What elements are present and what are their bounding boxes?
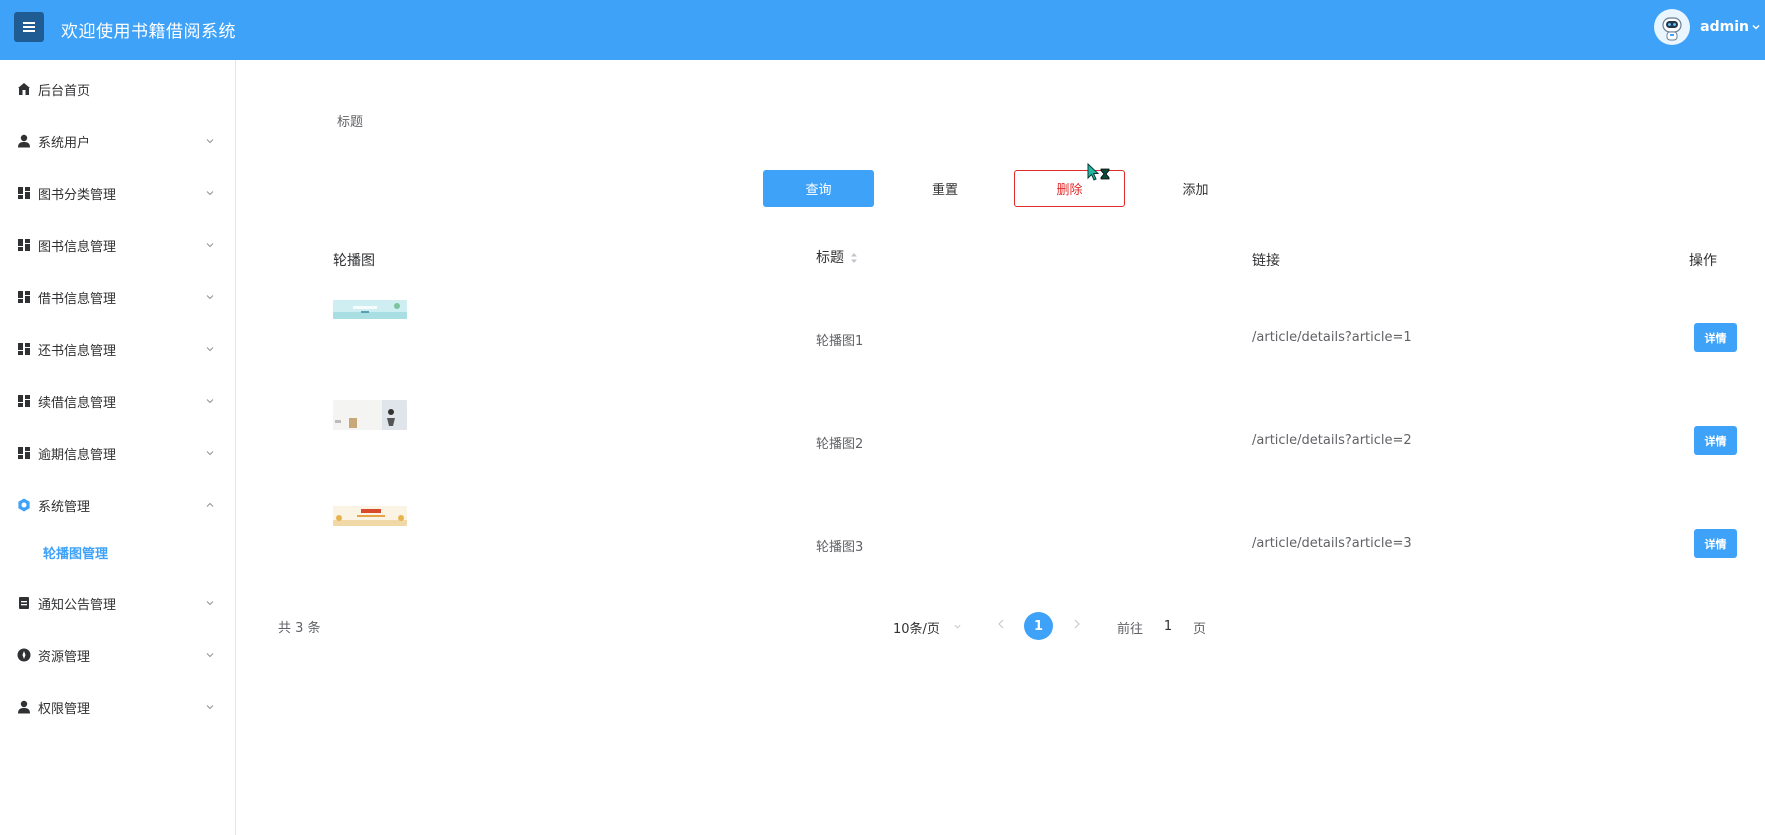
grid-icon <box>17 290 31 304</box>
sidebar-item-label: 通知公告管理 <box>38 597 117 613</box>
goto-unit-label: 页 <box>1193 622 1207 637</box>
app-title: 欢迎使用书籍借阅系统 <box>61 22 236 42</box>
sidebar-item-borrow-info[interactable]: 借书信息管理 <box>0 271 235 323</box>
chevron-down-icon <box>206 139 214 144</box>
sidebar-item-home[interactable]: 后台首页 <box>0 63 235 115</box>
sidebar-item-system-management[interactable]: 系统管理 <box>0 479 235 531</box>
row-title: 轮播图3 <box>816 540 864 555</box>
grid-icon <box>17 342 31 356</box>
row-link: /article/details?article=2 <box>1252 433 1412 448</box>
sidebar-item-renew-info[interactable]: 续借信息管理 <box>0 375 235 427</box>
sidebar-item-system-users[interactable]: 系统用户 <box>0 115 235 167</box>
sidebar-item-label: 后台首页 <box>38 83 91 99</box>
pagination-total: 共 3 条 <box>278 621 321 636</box>
carousel-thumbnail <box>333 300 407 319</box>
grid-icon <box>17 394 31 408</box>
chevron-down-icon <box>206 653 214 658</box>
column-header-image: 轮播图 <box>333 253 375 269</box>
row-link: /article/details?article=1 <box>1252 330 1412 345</box>
chevron-down-icon[interactable] <box>953 622 962 631</box>
sidebar-item-permission-management[interactable]: 权限管理 <box>0 681 235 733</box>
grid-icon <box>17 238 31 252</box>
chevron-down-icon <box>206 451 214 456</box>
top-header: 欢迎使用书籍借阅系统 admin <box>0 0 1765 60</box>
sidebar-item-label: 权限管理 <box>38 701 91 717</box>
chevron-down-icon <box>1752 24 1760 30</box>
grid-icon <box>17 446 31 460</box>
sidebar-subitem-carousel-management[interactable]: 轮播图管理 <box>0 529 235 575</box>
grid-icon <box>17 186 31 200</box>
settings-icon <box>17 498 31 512</box>
goto-label: 前往 <box>1117 622 1144 637</box>
sidebar-item-return-info[interactable]: 还书信息管理 <box>0 323 235 375</box>
column-header-label: 标题 <box>816 250 844 266</box>
sidebar-item-label: 续借信息管理 <box>38 395 117 411</box>
chevron-up-icon <box>206 502 214 507</box>
sidebar-item-book-category[interactable]: 图书分类管理 <box>0 167 235 219</box>
document-icon <box>17 596 31 610</box>
sidebar-item-book-info[interactable]: 图书信息管理 <box>0 219 235 271</box>
sidebar-subitem-label: 轮播图管理 <box>43 546 109 562</box>
sort-icon[interactable] <box>850 252 858 264</box>
sidebar-item-label: 资源管理 <box>38 649 91 665</box>
column-header-title[interactable]: 标题 <box>816 247 858 267</box>
sidebar-item-label: 图书分类管理 <box>38 187 117 203</box>
sidebar-item-resource-management[interactable]: 资源管理 <box>0 629 235 681</box>
user-icon <box>17 134 31 148</box>
robot-avatar-icon <box>1655 10 1690 44</box>
sidebar-item-label: 还书信息管理 <box>38 343 117 359</box>
reset-button[interactable]: 重置 <box>890 170 1000 207</box>
sidebar-item-label: 系统用户 <box>38 135 91 151</box>
query-button[interactable]: 查询 <box>763 170 874 207</box>
row-title: 轮播图1 <box>816 334 864 349</box>
column-header-link: 链接 <box>1252 253 1280 269</box>
sidebar-item-notice-management[interactable]: 通知公告管理 <box>0 577 235 629</box>
user-icon <box>17 700 31 714</box>
current-page-button[interactable]: 1 <box>1024 612 1053 640</box>
detail-button[interactable]: 详情 <box>1694 426 1737 455</box>
sidebar: 后台首页 系统用户 图书分类管理 图书信息管理 借书信息管理 还书信息管理 续借… <box>0 60 236 835</box>
chevron-down-icon <box>206 191 214 196</box>
prev-page-icon[interactable] <box>997 619 1005 629</box>
chevron-down-icon <box>206 705 214 710</box>
carousel-thumbnail <box>333 506 407 526</box>
detail-button[interactable]: 详情 <box>1694 529 1737 558</box>
add-button[interactable]: 添加 <box>1140 170 1251 207</box>
chevron-down-icon <box>206 295 214 300</box>
chevron-down-icon <box>206 399 214 404</box>
detail-button[interactable]: 详情 <box>1694 323 1737 352</box>
chevron-down-icon <box>206 243 214 248</box>
goto-page-input[interactable] <box>1155 613 1181 639</box>
column-header-actions: 操作 <box>1689 253 1717 269</box>
avatar <box>1654 9 1691 45</box>
sidebar-item-label: 逾期信息管理 <box>38 447 117 463</box>
next-page-icon[interactable] <box>1073 619 1081 629</box>
title-filter-label: 标题 <box>337 115 364 130</box>
page-size-select[interactable]: 10条/页 <box>893 618 940 637</box>
home-icon <box>17 82 31 96</box>
sidebar-item-label: 系统管理 <box>38 499 91 515</box>
chevron-down-icon <box>206 347 214 352</box>
row-link: /article/details?article=3 <box>1252 536 1412 551</box>
compass-icon <box>17 648 31 662</box>
chevron-down-icon <box>206 601 214 606</box>
menu-toggle-button[interactable] <box>14 12 44 42</box>
busy-cursor-icon <box>1087 163 1110 181</box>
sidebar-item-overdue-info[interactable]: 逾期信息管理 <box>0 427 235 479</box>
sidebar-item-label: 借书信息管理 <box>38 291 117 307</box>
carousel-thumbnail <box>333 400 407 430</box>
hamburger-icon <box>23 22 35 32</box>
username: admin <box>1700 19 1749 35</box>
user-menu[interactable]: admin <box>1654 9 1761 45</box>
row-title: 轮播图2 <box>816 437 864 452</box>
sidebar-item-label: 图书信息管理 <box>38 239 117 255</box>
